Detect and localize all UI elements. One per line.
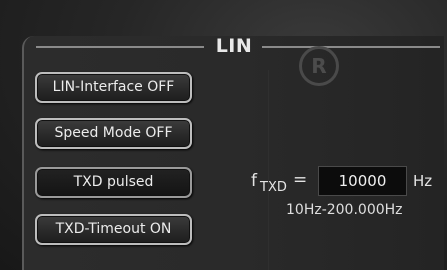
frequency-unit: Hz <box>413 172 433 190</box>
frequency-label-subscript: TXD <box>260 180 287 195</box>
frequency-input[interactable]: 10000 <box>318 166 407 196</box>
lin-control-screen: LIN R LIN-Interface OFF Speed Mode OFF T… <box>0 0 447 270</box>
speed-mode-button[interactable]: Speed Mode OFF <box>35 118 192 149</box>
txd-pulsed-button[interactable]: TXD pulsed <box>35 167 192 198</box>
panel-title: LIN <box>215 35 253 57</box>
txd-timeout-button[interactable]: TXD-Timeout ON <box>35 214 192 245</box>
lin-interface-button[interactable]: LIN-Interface OFF <box>35 72 192 103</box>
registered-trademark-icon: R <box>299 46 339 86</box>
frequency-label: f TXD <box>251 171 287 195</box>
frequency-equals: = <box>293 170 308 190</box>
panel-divider <box>268 70 269 270</box>
frequency-range-hint: 10Hz-200.000Hz <box>286 202 403 218</box>
title-rule-left <box>36 46 204 48</box>
title-rule-right <box>262 46 440 48</box>
frequency-label-f: f <box>251 171 257 191</box>
